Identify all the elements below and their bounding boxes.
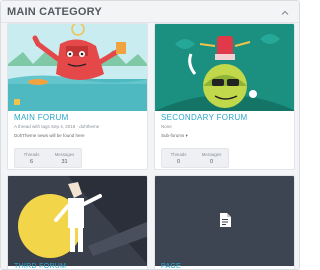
category-panel: MAIN CATEGORY MAIN FORUM A thread with t… [0, 0, 300, 270]
page-title[interactable]: PAGE [161, 263, 181, 269]
forum-image-third[interactable] [8, 176, 147, 266]
stat-messages: Messages 0 [195, 149, 228, 167]
stat-value: 0 [176, 159, 181, 165]
stat-value: 0 [209, 159, 214, 165]
stat-value: 31 [61, 159, 68, 165]
category-header: MAIN CATEGORY [1, 1, 299, 23]
stat-threads: Threads 0 [162, 149, 195, 167]
forum-last-post-secondary: None [161, 124, 172, 129]
forum-image-secondary[interactable] [155, 24, 294, 111]
forum-last-post-main[interactable]: A thread with tags Sep 4, 2018 · dohthem… [14, 124, 99, 129]
subforums-dropdown[interactable]: Sub-forums ▾ [161, 133, 188, 139]
stat-label: Threads [170, 152, 187, 157]
forum-title-main[interactable]: MAIN FORUM [14, 113, 69, 122]
forum-title-third[interactable]: THIRD FORUM [14, 263, 66, 269]
forum-card-third[interactable]: THIRD FORUM [7, 175, 148, 269]
stat-label: Threads [23, 152, 40, 157]
forum-card-main[interactable]: MAIN FORUM A thread with tags Sep 4, 201… [7, 23, 148, 170]
page-card[interactable]: PAGE [154, 175, 295, 269]
forum-card-secondary[interactable]: SECONDARY FORUM None Sub-forums ▾ Thread… [154, 23, 295, 170]
stat-label: Messages [54, 152, 75, 157]
category-title: MAIN CATEGORY [7, 6, 102, 18]
forum-stats-main: Threads 6 Messages 31 [14, 148, 82, 168]
chevron-up-icon[interactable] [279, 6, 291, 18]
forum-description-main: DohTheme news will be found here [14, 133, 85, 138]
stat-value: 6 [29, 159, 34, 165]
page-image[interactable] [155, 176, 294, 266]
stat-threads: Threads 6 [15, 149, 48, 167]
forum-image-main[interactable] [8, 24, 147, 111]
document-icon [219, 213, 231, 232]
stat-messages: Messages 31 [48, 149, 81, 167]
forum-title-secondary[interactable]: SECONDARY FORUM [161, 113, 247, 122]
stat-label: Messages [201, 152, 222, 157]
forum-stats-secondary: Threads 0 Messages 0 [161, 148, 229, 168]
